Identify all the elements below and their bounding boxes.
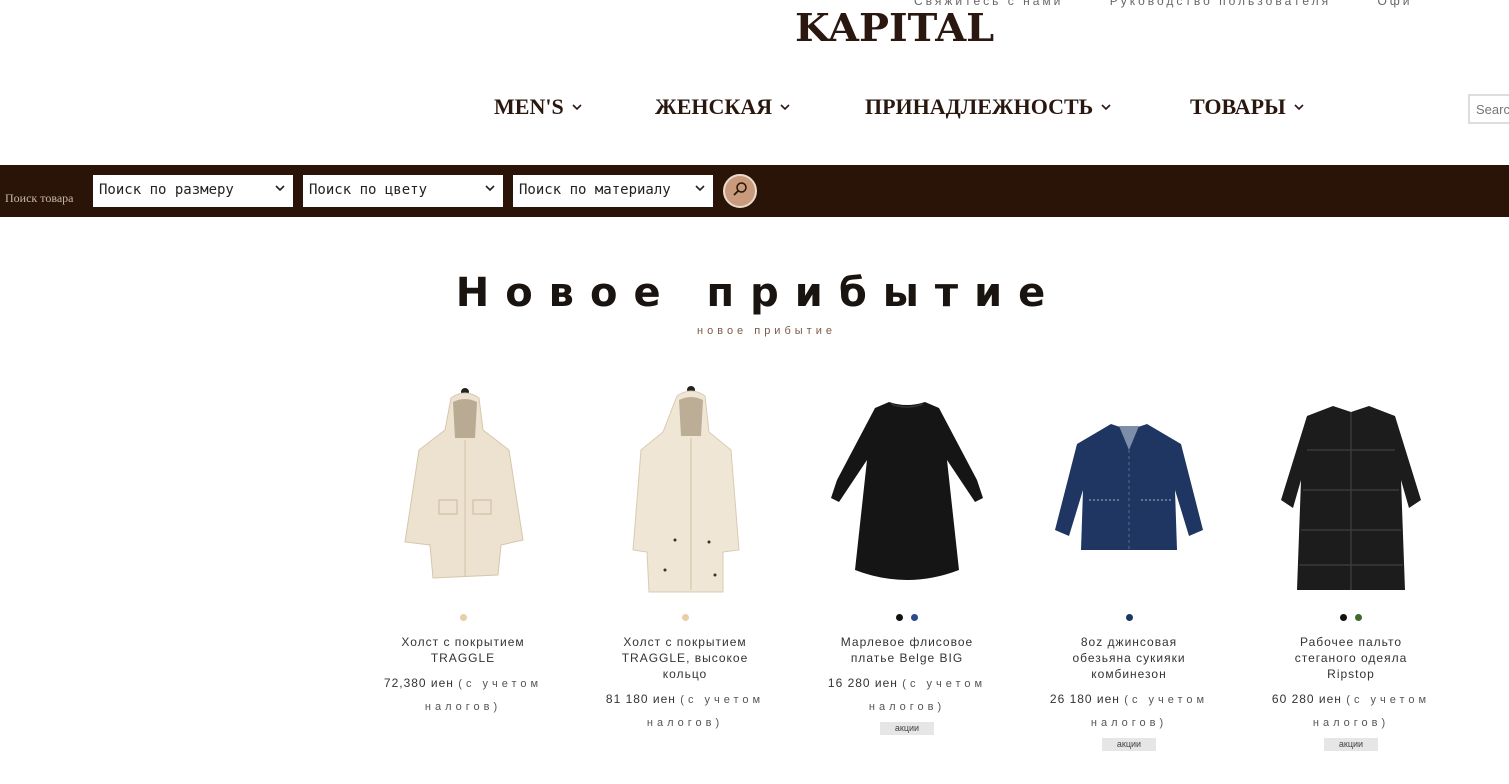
nav-label: ТОВАРЫ: [1190, 94, 1286, 119]
product-card[interactable]: Рабочее пальто стеганого одеяла Ripstop …: [1261, 380, 1441, 751]
product-image[interactable]: [1271, 380, 1431, 600]
nav-mens[interactable]: MEN'S: [494, 94, 655, 120]
price-value: 81 180 иен: [605, 692, 676, 706]
price-value: 16 280 иен: [827, 676, 898, 690]
product-price: 26 180 иен (с учетом налогов): [1039, 688, 1219, 734]
product-card[interactable]: Холст с покрытием TRAGGLE 72,380 иен (с …: [373, 380, 553, 718]
section-title: Новое прибытие: [455, 270, 1062, 316]
chevron-down-icon: [1294, 99, 1304, 115]
material-select-value: Поиск по материалу: [519, 182, 671, 198]
color-swatch[interactable]: [1355, 614, 1362, 621]
section-subtitle: новое прибытие: [697, 325, 836, 337]
chevron-down-icon: [485, 181, 495, 196]
price-value: 26 180 иен: [1049, 692, 1120, 706]
price-value: 60 280 иен: [1271, 692, 1342, 706]
product-search-bar: Поиск товара Поиск по размеру Поиск по ц…: [0, 165, 1509, 217]
search-icon: [732, 181, 748, 202]
chevron-down-icon: [695, 181, 705, 196]
product-price: 16 280 иен (с учетом налогов): [817, 672, 997, 718]
product-price: 81 180 иен (с учетом налогов): [595, 688, 775, 734]
size-select[interactable]: Поиск по размеру: [93, 175, 293, 207]
material-select[interactable]: Поиск по материалу: [513, 175, 713, 207]
product-image[interactable]: [1049, 380, 1209, 600]
nav-womens[interactable]: ЖЕНСКАЯ: [655, 94, 865, 120]
color-swatch[interactable]: [1340, 614, 1347, 621]
price-value: 72,380 иен: [383, 676, 454, 690]
promo-badge: акции: [1102, 738, 1156, 751]
product-card[interactable]: Холст с покрытием TRAGGLE, высокое кольц…: [595, 380, 775, 734]
office-link[interactable]: Офи: [1377, 0, 1412, 8]
chevron-down-icon: [572, 99, 582, 115]
nav-accessories[interactable]: ПРИНАДЛЕЖНОСТЬ: [865, 94, 1190, 120]
color-swatches: [1261, 614, 1441, 628]
product-name[interactable]: 8oz джинсовая обезьяна сукияки комбинезо…: [1039, 634, 1219, 682]
product-name[interactable]: Холст с покрытием TRAGGLE, высокое кольц…: [595, 634, 775, 682]
product-image[interactable]: [827, 380, 987, 600]
product-card[interactable]: 8oz джинсовая обезьяна сукияки комбинезо…: [1039, 380, 1219, 751]
product-price: 72,380 иен (с учетом налогов): [373, 672, 553, 718]
color-swatches: [373, 614, 553, 628]
product-image[interactable]: [605, 380, 765, 600]
product-name[interactable]: Марлевое флисовое платье Belge BIG: [817, 634, 997, 666]
promo-badge: акции: [1324, 738, 1378, 751]
chevron-down-icon: [1101, 99, 1111, 115]
color-select[interactable]: Поиск по цвету: [303, 175, 503, 207]
color-swatches: [595, 614, 775, 628]
color-swatch[interactable]: [459, 614, 467, 621]
nav-label: MEN'S: [494, 94, 564, 119]
search-bar-label: Поиск товара: [5, 191, 74, 205]
product-image[interactable]: [383, 380, 543, 600]
color-swatches: [1039, 614, 1219, 628]
color-swatch[interactable]: [896, 614, 903, 621]
nav-goods[interactable]: ТОВАРЫ: [1190, 94, 1304, 120]
size-select-value: Поиск по размеру: [99, 182, 234, 198]
product-name[interactable]: Холст с покрытием TRAGGLE: [373, 634, 553, 666]
color-swatch[interactable]: [1125, 614, 1133, 621]
color-select-value: Поиск по цвету: [309, 182, 428, 198]
chevron-down-icon: [275, 181, 285, 196]
product-price: 60 280 иен (с учетом налогов): [1261, 688, 1441, 734]
chevron-down-icon: [780, 99, 790, 115]
user-guide-link[interactable]: Руководство пользователя: [1110, 0, 1331, 8]
product-card[interactable]: Марлевое флисовое платье Belge BIG 16 28…: [817, 380, 997, 735]
header-search-input[interactable]: [1468, 94, 1509, 124]
color-swatch[interactable]: [911, 614, 918, 621]
search-button[interactable]: [723, 174, 757, 208]
utility-links: Свяжитесь с нами Руководство пользовател…: [914, 0, 1452, 8]
product-name[interactable]: Рабочее пальто стеганого одеяла Ripstop: [1261, 634, 1441, 682]
color-swatches: [817, 614, 997, 628]
color-swatch[interactable]: [681, 614, 689, 621]
nav-label: ЖЕНСКАЯ: [655, 94, 773, 119]
site-logo[interactable]: KAPITAL: [795, 8, 1031, 48]
promo-badge: акции: [880, 722, 934, 735]
nav-label: ПРИНАДЛЕЖНОСТЬ: [865, 94, 1094, 119]
main-nav: MEN'S ЖЕНСКАЯ ПРИНАДЛЕЖНОСТЬ ТОВАРЫ: [494, 94, 1304, 120]
